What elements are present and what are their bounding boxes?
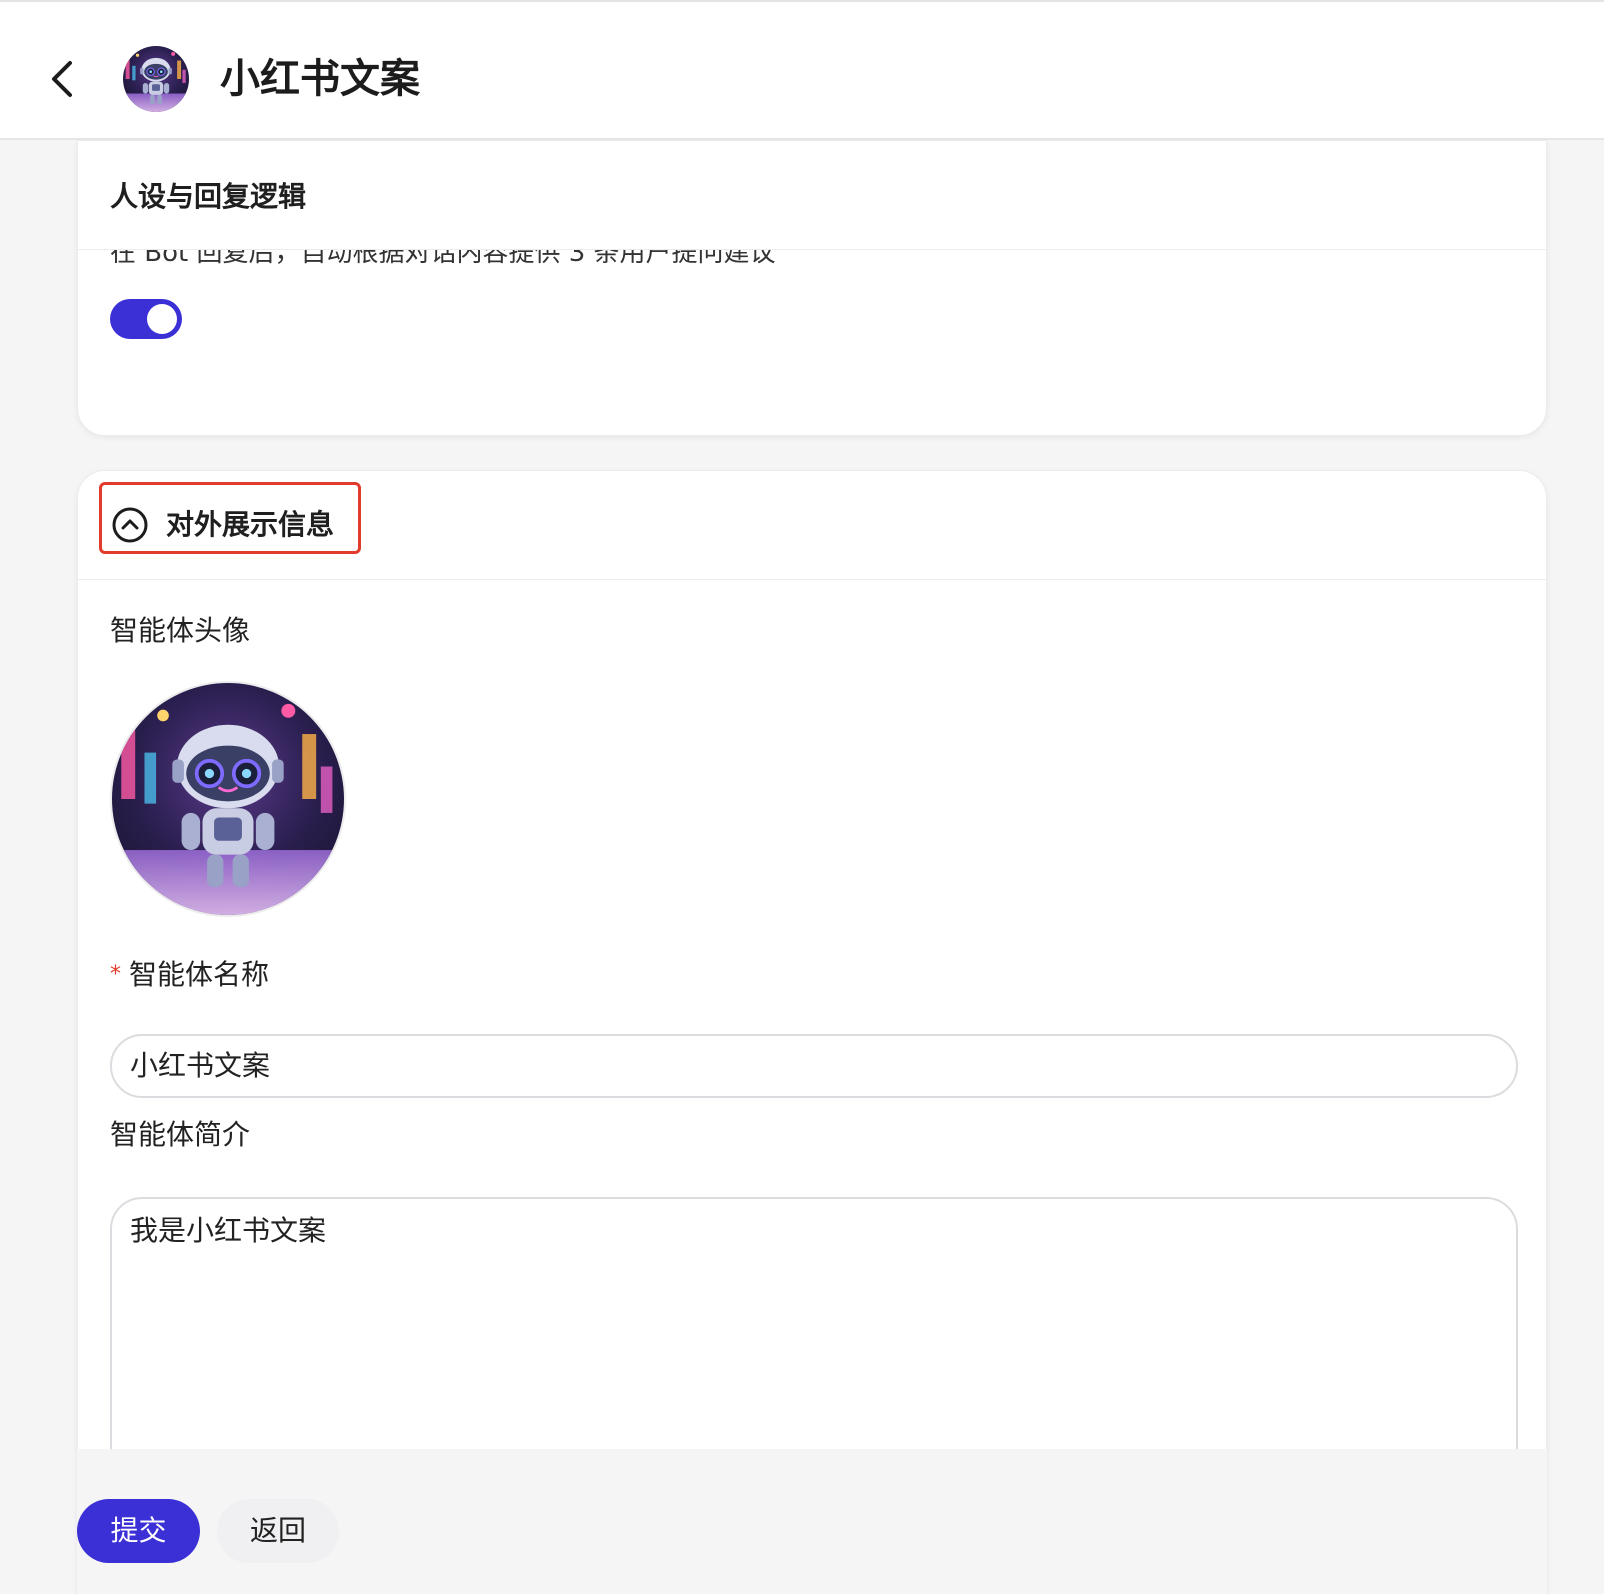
display-info-collapse-toggle[interactable]: 对外展示信息 <box>112 507 334 543</box>
display-info-title: 对外展示信息 <box>166 508 335 541</box>
submit-button[interactable]: 提交 <box>77 1499 200 1563</box>
chevron-left-icon <box>52 61 72 97</box>
persona-section-header: 人设与回复逻辑 <box>78 141 1546 250</box>
toggle-knob <box>147 304 177 334</box>
required-mark: * <box>110 962 121 987</box>
name-label-text: 智能体名称 <box>129 958 270 991</box>
display-info-header: 对外展示信息 <box>78 471 1546 580</box>
persona-section-title: 人设与回复逻辑 <box>110 180 307 213</box>
agent-avatar-upload[interactable] <box>110 681 346 917</box>
suggestion-toggle[interactable] <box>110 299 182 339</box>
avatar-label: 智能体头像 <box>110 614 251 647</box>
form-footer: 提交 返回 <box>77 1449 1547 1594</box>
name-label: * 智能体名称 <box>110 955 269 995</box>
intro-label: 智能体简介 <box>110 1118 251 1151</box>
return-button[interactable]: 返回 <box>217 1499 339 1563</box>
back-button[interactable] <box>40 52 84 106</box>
chevron-up-circle-icon <box>112 507 148 543</box>
display-info-card: 对外展示信息 智能体头像 * 智能体名称 小红书文案 智能体简介 我是小红书文案 <box>77 470 1547 1594</box>
agent-name-input[interactable]: 小红书文案 <box>110 1034 1518 1098</box>
persona-section-card: 人设与回复逻辑 在 Bot 回复后，自动根据对话内容提供 3 条用户提问建议 <box>77 140 1547 436</box>
top-bar: 小红书文案 <box>0 0 1604 140</box>
header-avatar <box>123 46 189 112</box>
page-title: 小红书文案 <box>220 56 420 102</box>
